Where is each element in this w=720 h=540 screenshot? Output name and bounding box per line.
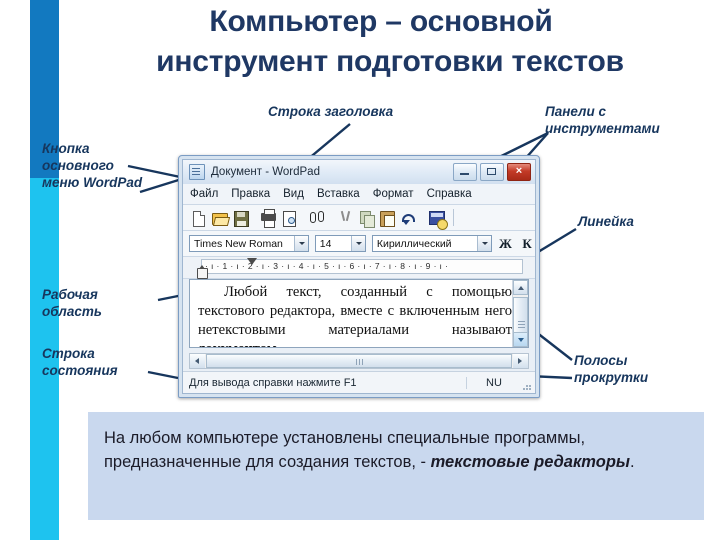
script-combo[interactable]: Кириллический [371, 235, 492, 252]
page-title-line2: инструмент подготовки текстов [156, 44, 624, 78]
slide-canvas: Компьютер – основной инструмент подготов… [0, 0, 720, 540]
wordpad-title-text: Документ - WordPad [211, 166, 320, 178]
callout-scrollbars-line2: прокрутки [574, 370, 649, 385]
menu-item-edit[interactable]: Правка [231, 188, 270, 200]
minimize-button[interactable] [453, 163, 477, 181]
left-indent-marker[interactable] [197, 265, 208, 279]
print-preview-icon[interactable] [280, 209, 299, 227]
callout-toolbars-line2: инструментами [545, 121, 660, 136]
bold-button[interactable]: Ж [498, 236, 514, 252]
scroll-left-button[interactable] [190, 354, 205, 368]
callout-work-area: Рабочая область [42, 286, 162, 320]
chevron-down-icon[interactable] [350, 236, 365, 251]
toolbar-separator [453, 209, 454, 226]
scroll-up-button[interactable] [513, 280, 528, 295]
wordpad-app-icon[interactable] [189, 164, 205, 180]
status-bar-indicator: NU [466, 376, 521, 389]
callout-scrollbars-line1: Полосы [574, 353, 628, 368]
undo-icon[interactable] [399, 209, 418, 227]
font-name-value: Times New Roman [194, 237, 283, 250]
scroll-down-button[interactable] [513, 332, 528, 347]
paste-icon[interactable] [378, 209, 397, 227]
wordpad-title-bar[interactable]: Документ - WordPad × [183, 160, 535, 184]
copy-icon[interactable] [357, 209, 376, 228]
chevron-down-icon[interactable] [293, 236, 308, 251]
callout-main-menu-line3: меню WordPad [42, 175, 143, 190]
wordpad-work-area: Любой текст, созданный с помощью текстов… [183, 279, 535, 371]
callout-ruler: Линейка [578, 214, 634, 229]
summary-note-part2: . [630, 453, 635, 472]
document-text: Любой текст, созданный с помощью текстов… [190, 280, 528, 347]
horizontal-scroll-thumb[interactable] [206, 354, 512, 368]
callout-work-area-line1: Рабочая [42, 287, 98, 302]
document-text-part1: Любой текст, созданный с помощью текстов… [198, 284, 512, 338]
wordpad-status-bar: Для вывода справки нажмите F1 NU [183, 371, 535, 393]
wordpad-menu-bar: Файл Правка Вид Вставка Формат Справка [183, 184, 535, 205]
open-folder-icon[interactable] [210, 209, 229, 227]
callout-toolbars-line1: Панели с [545, 104, 606, 119]
menu-item-file[interactable]: Файл [190, 188, 218, 200]
new-document-icon[interactable] [189, 209, 208, 227]
resize-grip-icon[interactable] [521, 372, 533, 393]
summary-note-box: На любом компьютере установлены специаль… [88, 412, 704, 520]
wordpad-format-toolbar: Times New Roman 14 Кириллический Ж К [183, 231, 535, 257]
document-page[interactable]: Любой текст, созданный с помощью текстов… [189, 279, 529, 348]
callout-status-line2: состояния [42, 363, 118, 378]
find-icon[interactable] [308, 209, 327, 227]
save-icon[interactable] [231, 209, 250, 227]
menu-item-view[interactable]: Вид [283, 188, 304, 200]
vertical-scrollbar[interactable] [512, 280, 528, 347]
script-value: Кириллический [376, 237, 452, 250]
maximize-button[interactable] [480, 163, 504, 181]
font-name-combo[interactable]: Times New Roman [189, 235, 309, 252]
cut-icon[interactable] [336, 209, 355, 227]
window-controls: × [453, 163, 531, 181]
callout-status-line1: Строка [42, 346, 95, 361]
summary-note-text: На любом компьютере установлены специаль… [104, 426, 688, 474]
callout-status-bar: Строка состояния [42, 345, 162, 379]
status-bar-hint: Для вывода справки нажмите F1 [189, 376, 357, 389]
callout-title-bar: Строка заголовка [268, 104, 394, 119]
menu-item-insert[interactable]: Вставка [317, 188, 360, 200]
first-line-indent-marker[interactable] [247, 258, 257, 265]
callout-main-menu-line2: основного [42, 158, 114, 173]
font-size-value: 14 [319, 237, 332, 250]
date-time-icon[interactable] [427, 209, 448, 230]
callout-main-menu-button: Кнопка основного меню WordPad [42, 140, 182, 191]
callout-toolbars: Панели с инструментами [545, 103, 720, 137]
close-button[interactable]: × [507, 163, 531, 181]
callout-work-area-line2: область [42, 304, 102, 319]
print-icon[interactable] [259, 208, 278, 228]
chevron-down-icon[interactable] [476, 236, 491, 251]
page-title-line1: Компьютер – основной [209, 5, 553, 38]
italic-button[interactable]: К [519, 236, 535, 252]
horizontal-scrollbar[interactable] [189, 353, 529, 369]
callout-scrollbars: Полосы прокрутки [574, 352, 704, 386]
document-text-bold: документом. [198, 341, 280, 347]
scroll-right-button[interactable] [513, 354, 528, 368]
callout-main-menu-line1: Кнопка [42, 141, 90, 156]
page-title: Компьютер – основной инструмент подготов… [60, 2, 720, 81]
wordpad-window: Документ - WordPad × Файл Правка Вид Вст… [178, 155, 540, 398]
menu-item-format[interactable]: Формат [373, 188, 414, 200]
close-icon: × [515, 165, 523, 177]
wordpad-window-inner: Документ - WordPad × Файл Правка Вид Вст… [182, 159, 536, 394]
menu-item-help[interactable]: Справка [427, 188, 472, 200]
wordpad-standard-toolbar [183, 205, 535, 231]
font-size-combo[interactable]: 14 [314, 235, 366, 252]
wordpad-ruler[interactable]: · ı · 1 · ı · 2 · ı · 3 · ı · 4 · ı · 5 … [183, 257, 535, 279]
summary-note-emphasis: текстовые редакторы [430, 453, 631, 472]
